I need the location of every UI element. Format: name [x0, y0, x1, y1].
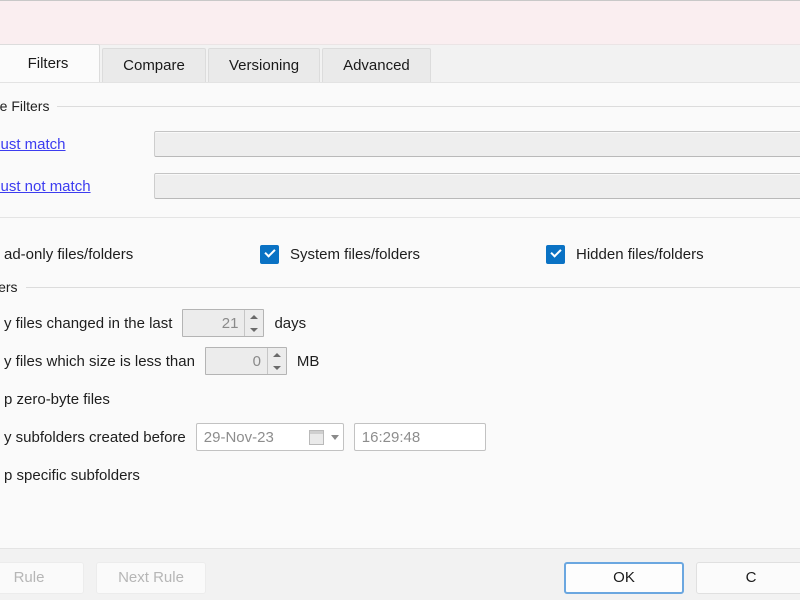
previous-rule-button[interactable]: Rule: [0, 561, 84, 594]
tab-filters[interactable]: Filters: [0, 44, 100, 82]
spinner-size-down-arrow-icon[interactable]: [268, 361, 286, 374]
option-row-subfolders-created-before: y subfolders created before 29-Nov-23 16…: [0, 418, 800, 456]
link-must-not-match[interactable]: must not match: [0, 178, 154, 195]
option-row-specific-subfolders: p specific subfolders: [0, 456, 800, 494]
spinner-size[interactable]: 0: [204, 347, 287, 375]
checkbox-hidden-files[interactable]: Hidden files/folders: [546, 244, 800, 264]
group-header-other-filters: ilters: [0, 276, 800, 298]
checkbox-box-hidden-checked-icon[interactable]: [546, 244, 565, 264]
spinner-days[interactable]: 21: [182, 309, 265, 337]
checkbox-label-hidden[interactable]: Hidden files/folders: [576, 246, 704, 263]
label-size-less-than: y files which size is less than: [4, 352, 195, 370]
spinner-size-buttons[interactable]: [266, 348, 286, 374]
spinner-days-down-arrow-icon[interactable]: [245, 323, 263, 336]
checkbox-readonly-files[interactable]: ad-only files/folders: [0, 245, 260, 264]
date-picker-value[interactable]: 29-Nov-23: [204, 429, 309, 446]
group-label-other-filters: ilters: [0, 279, 18, 295]
group-header-name-filters: me Filters: [0, 95, 800, 117]
spinner-days-up-arrow-icon[interactable]: [245, 310, 263, 323]
spinner-size-value[interactable]: 0: [206, 348, 267, 374]
spinner-size-up-arrow-icon[interactable]: [268, 348, 286, 361]
checkbox-label-system[interactable]: System files/folders: [290, 246, 420, 263]
time-picker-created-before[interactable]: 16:29:48: [353, 423, 486, 451]
dialog-footer: Rule Next Rule OK C: [0, 548, 800, 600]
group-label-name-filters: me Filters: [0, 98, 50, 114]
group-rule-line: [57, 105, 800, 107]
row-must-not-match: must not match: [0, 165, 800, 207]
checkbox-system-files[interactable]: System files/folders: [260, 244, 546, 264]
group-rule-line-2: [25, 286, 800, 288]
next-rule-button[interactable]: Next Rule: [96, 561, 206, 594]
titlebar: s - 001: [0, 1, 800, 45]
spinner-days-buttons[interactable]: [244, 310, 264, 336]
option-row-changed-last-days: y files changed in the last 21 days: [0, 304, 800, 342]
label-zero-byte-files: p zero-byte files: [4, 390, 110, 408]
filters-dialog-window: s - 001 Filters Compare Versioning Advan…: [0, 0, 800, 600]
tab-compare[interactable]: Compare: [102, 48, 206, 82]
option-row-zero-byte-files: p zero-byte files: [0, 380, 800, 418]
unit-megabytes: MB: [296, 352, 320, 370]
tab-versioning[interactable]: Versioning: [208, 48, 321, 82]
label-changed-last-days: y files changed in the last: [4, 314, 173, 332]
label-specific-subfolders: p specific subfolders: [4, 466, 140, 484]
link-must-match[interactable]: must match: [0, 136, 154, 153]
filters-panel: me Filters must match must not match ad-…: [0, 83, 800, 548]
must-not-match-input[interactable]: [154, 173, 800, 199]
tab-strip: Filters Compare Versioning Advanced: [0, 44, 800, 83]
tab-advanced[interactable]: Advanced: [322, 48, 431, 82]
spinner-days-value[interactable]: 21: [183, 310, 244, 336]
screen: s - 001 Filters Compare Versioning Advan…: [0, 0, 800, 600]
must-match-input[interactable]: [154, 131, 800, 157]
label-subfolders-created-before: y subfolders created before: [4, 428, 186, 446]
chevron-down-icon[interactable]: [327, 435, 343, 440]
cancel-button[interactable]: C: [696, 561, 800, 594]
unit-days: days: [274, 314, 307, 332]
option-row-size-less-than: y files which size is less than 0 MB: [0, 342, 800, 380]
checkbox-label-readonly[interactable]: ad-only files/folders: [4, 246, 133, 263]
calendar-icon: [308, 429, 324, 445]
ok-button[interactable]: OK: [564, 561, 684, 594]
attribute-checkbox-row: ad-only files/folders System files/folde…: [0, 232, 800, 276]
date-picker-created-before[interactable]: 29-Nov-23: [195, 423, 344, 451]
section-divider-attributes: [0, 217, 800, 218]
row-must-match: must match: [0, 123, 800, 165]
time-picker-value[interactable]: 16:29:48: [355, 424, 485, 450]
checkbox-box-system-checked-icon[interactable]: [260, 244, 279, 264]
